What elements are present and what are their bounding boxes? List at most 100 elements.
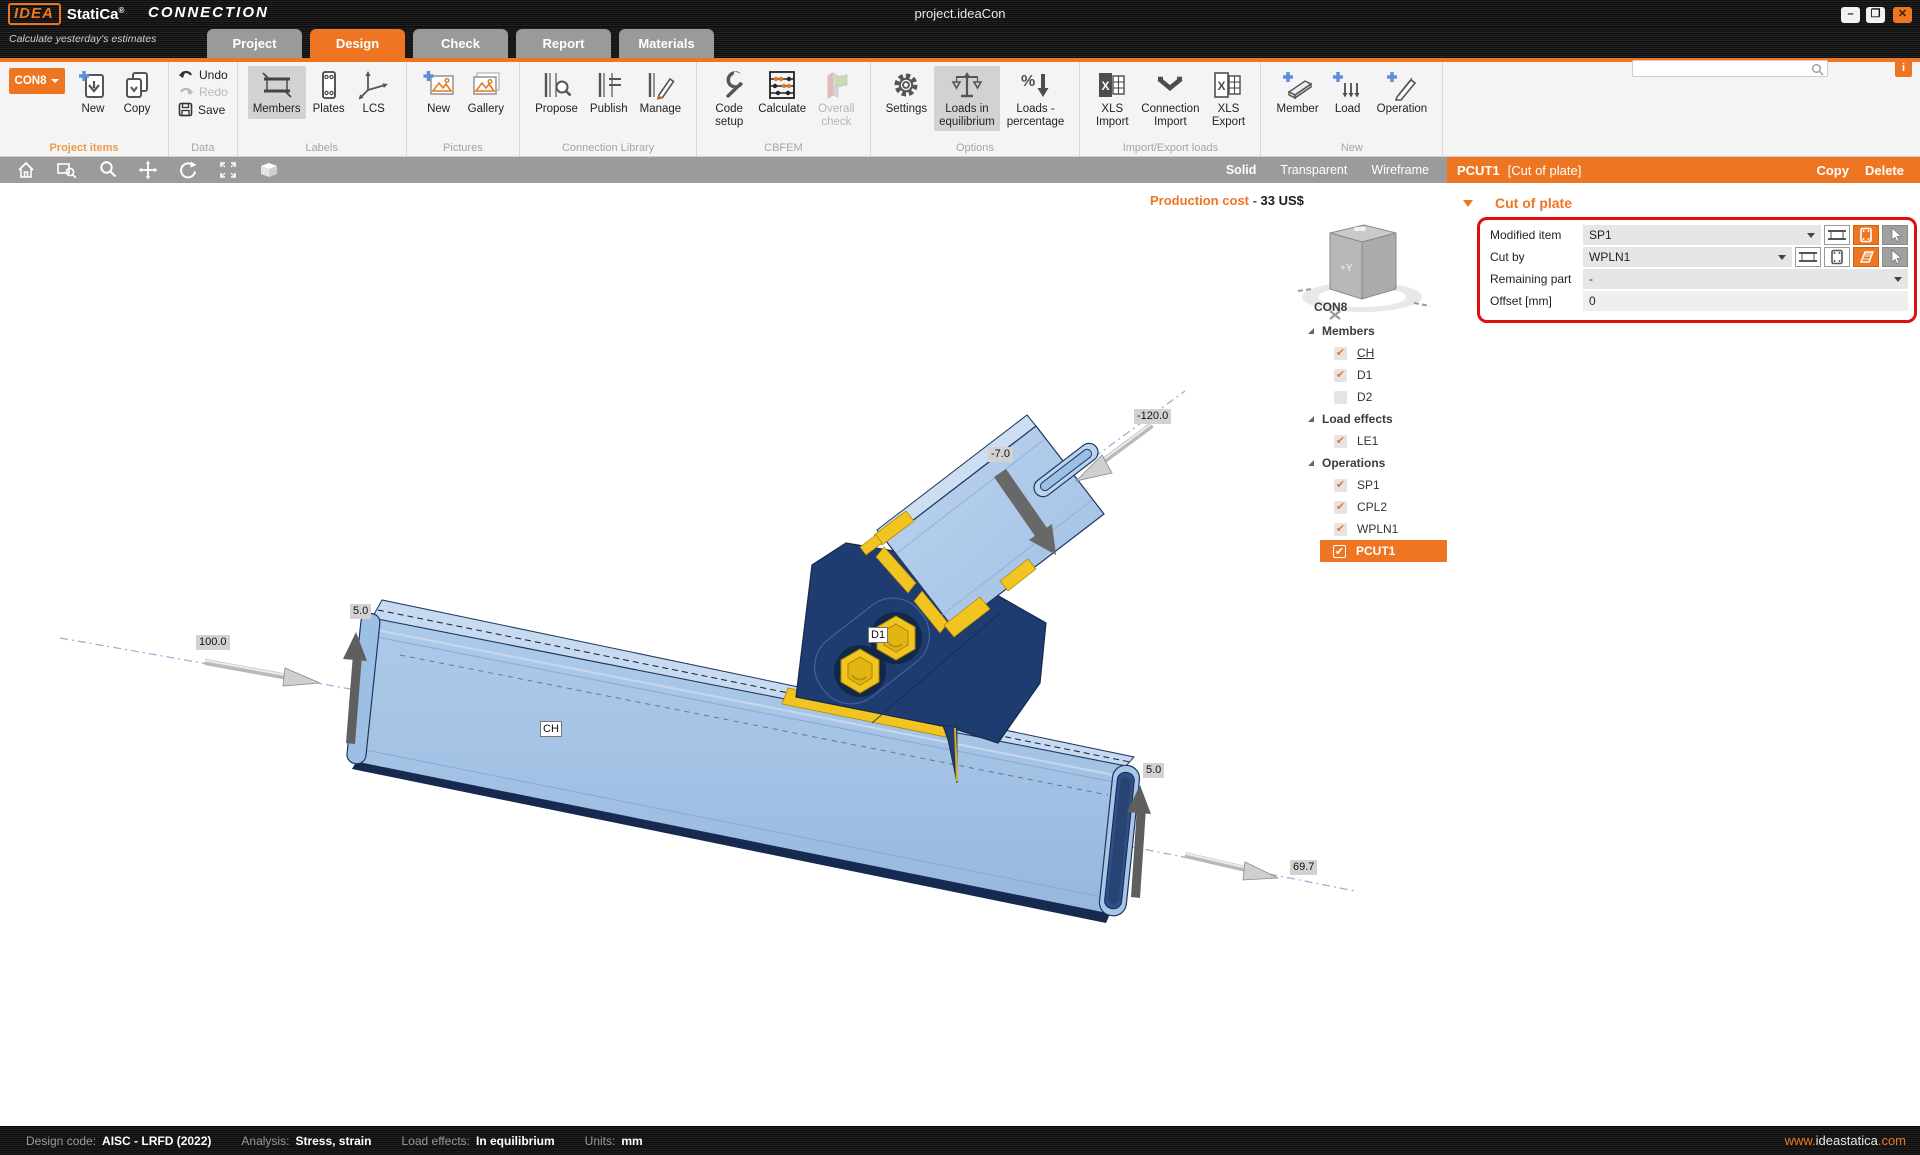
tab-project[interactable]: Project: [207, 29, 302, 58]
solid-box-icon[interactable]: [258, 160, 280, 180]
group-label: Import/Export loads: [1080, 142, 1260, 154]
undo-button[interactable]: Undo: [178, 68, 228, 82]
overall-check-button[interactable]: Overall check: [813, 66, 859, 131]
home-view-icon[interactable]: [16, 160, 36, 180]
workplane-picker-icon[interactable]: [1853, 247, 1879, 267]
copy-operation-button[interactable]: Copy: [1816, 163, 1849, 178]
tab-report[interactable]: Report: [516, 29, 611, 58]
publish-button[interactable]: Publish: [585, 66, 633, 119]
tree-group-load-effects[interactable]: Load effects: [1300, 408, 1447, 430]
tab-design[interactable]: Design: [310, 29, 405, 58]
tree-item-ch[interactable]: CH: [1300, 342, 1447, 364]
calculate-button[interactable]: Calculate: [753, 66, 811, 119]
zoom-window-icon[interactable]: [56, 160, 78, 180]
checkbox-checked[interactable]: [1334, 347, 1347, 360]
checkbox-checked[interactable]: [1334, 523, 1347, 536]
xls-export-button[interactable]: X XLS Export: [1206, 66, 1250, 131]
checkbox-unchecked[interactable]: [1334, 391, 1347, 404]
search-input[interactable]: [1633, 64, 1809, 79]
plate-picker-icon[interactable]: [1824, 247, 1850, 267]
display-mode-transparent[interactable]: Transparent: [1280, 163, 1347, 177]
status-units: Units:mm: [585, 1134, 643, 1148]
close-button[interactable]: ✕: [1893, 7, 1912, 23]
tree-item-le1[interactable]: LE1: [1300, 430, 1447, 452]
pan-icon[interactable]: [138, 160, 158, 180]
tree-item-sp1[interactable]: SP1: [1300, 474, 1447, 496]
remaining-part-dropdown[interactable]: -: [1583, 269, 1908, 289]
new-picture-button[interactable]: New: [417, 66, 461, 119]
status-design-code: Design code:AISC - LRFD (2022): [26, 1134, 211, 1148]
member-picker-icon[interactable]: [1824, 225, 1850, 245]
new-operation-button[interactable]: Operation: [1372, 66, 1433, 119]
propose-button[interactable]: Propose: [530, 66, 583, 119]
wrench-icon: [712, 69, 746, 101]
minimize-button[interactable]: –: [1841, 7, 1860, 23]
new-load-button[interactable]: Load: [1326, 66, 1370, 119]
tree-item-cpl2[interactable]: CPL2: [1300, 496, 1447, 518]
new-member-button[interactable]: Member: [1271, 66, 1323, 119]
offset-input[interactable]: 0: [1583, 291, 1908, 311]
info-button[interactable]: i: [1895, 60, 1912, 77]
collapse-triangle-icon[interactable]: [1463, 200, 1473, 207]
zoom-icon[interactable]: [98, 160, 118, 180]
tab-check[interactable]: Check: [413, 29, 508, 58]
tree-group-operations[interactable]: Operations: [1300, 452, 1447, 474]
tree-root-con8[interactable]: CON8: [1300, 296, 1447, 320]
load-label-right-shear: 5.0: [1143, 763, 1164, 778]
modified-item-dropdown[interactable]: SP1: [1583, 225, 1821, 245]
loads-in-equilibrium-toggle[interactable]: Loads in equilibrium: [934, 66, 1000, 131]
rotate-icon[interactable]: [178, 160, 198, 180]
member-picker-icon[interactable]: [1795, 247, 1821, 267]
property-row-modified-item: Modified item SP1: [1490, 225, 1908, 245]
tree-item-d1[interactable]: D1: [1300, 364, 1447, 386]
tree-item-wpln1[interactable]: WPLN1: [1300, 518, 1447, 540]
display-mode-wireframe[interactable]: Wireframe: [1371, 163, 1429, 177]
status-bar: Design code:AISC - LRFD (2022)Analysis:S…: [0, 1126, 1920, 1155]
xls-import-button[interactable]: X XLS Import: [1090, 66, 1134, 131]
checkbox-checked[interactable]: [1334, 369, 1347, 382]
collapse-icon[interactable]: [1308, 416, 1314, 422]
search-box[interactable]: [1632, 60, 1828, 77]
connection-selector-button[interactable]: CON8: [9, 68, 65, 94]
loads-percentage-toggle[interactable]: % Loads - percentage: [1002, 66, 1070, 131]
code-setup-button[interactable]: Code setup: [707, 66, 751, 131]
tagline: Calculate yesterday's estimates: [9, 33, 156, 45]
new-item-icon: [77, 69, 109, 101]
members-labels-toggle[interactable]: Members: [248, 66, 306, 119]
plate-picker-icon[interactable]: [1853, 225, 1879, 245]
delete-operation-button[interactable]: Delete: [1865, 163, 1904, 178]
checkbox-checked[interactable]: [1334, 479, 1347, 492]
plate-label-icon: [313, 69, 345, 101]
new-project-item-button[interactable]: New: [72, 66, 114, 119]
cursor-picker-icon[interactable]: [1882, 225, 1908, 245]
cut-by-dropdown[interactable]: WPLN1: [1583, 247, 1792, 267]
lcs-labels-toggle[interactable]: LCS: [352, 66, 396, 119]
website-link[interactable]: www.ideastatica.com: [1785, 1133, 1920, 1148]
fit-view-icon[interactable]: [218, 160, 238, 180]
tab-materials[interactable]: Materials: [619, 29, 714, 58]
model-canvas[interactable]: +Y Production cost - 33 US$ 100.0 5.0 -1…: [0, 183, 1447, 1126]
viewport-3d[interactable]: Solid Transparent Wireframe: [0, 157, 1447, 1126]
copy-project-item-button[interactable]: Copy: [116, 66, 158, 119]
tree-group-members[interactable]: Members: [1300, 320, 1447, 342]
new-picture-icon: [422, 69, 456, 101]
tree-item-pcut1[interactable]: PCUT1: [1320, 540, 1447, 562]
redo-button[interactable]: Redo: [178, 85, 228, 99]
checkbox-checked[interactable]: [1334, 501, 1347, 514]
connection-import-button[interactable]: Connection Import: [1136, 66, 1204, 131]
gallery-button[interactable]: Gallery: [463, 66, 509, 119]
checkbox-checked[interactable]: [1333, 545, 1346, 558]
group-import-export: X XLS Import Connection Import X XLS Exp…: [1080, 62, 1261, 156]
tree-item-d2[interactable]: D2: [1300, 386, 1447, 408]
collapse-icon[interactable]: [1308, 328, 1314, 334]
checkbox-checked[interactable]: [1334, 435, 1347, 448]
settings-button[interactable]: Settings: [881, 66, 933, 119]
status-load-effects: Load effects:In equilibrium: [401, 1134, 554, 1148]
collapse-icon[interactable]: [1308, 460, 1314, 466]
plates-labels-toggle[interactable]: Plates: [308, 66, 350, 119]
save-button[interactable]: Save: [178, 102, 228, 117]
cursor-picker-icon[interactable]: [1882, 247, 1908, 267]
maximize-button[interactable]: ❐: [1866, 7, 1885, 23]
manage-button[interactable]: Manage: [635, 66, 687, 119]
display-mode-solid[interactable]: Solid: [1226, 163, 1257, 177]
